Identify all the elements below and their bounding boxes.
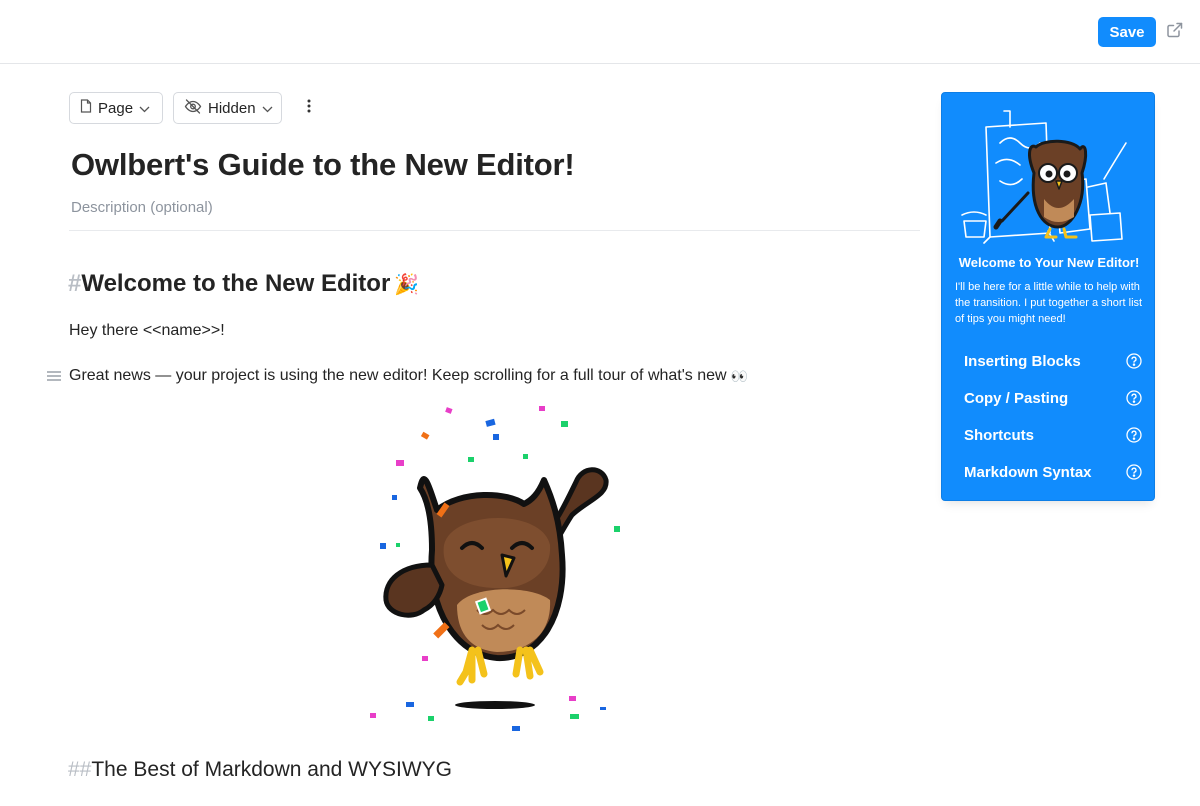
help-circle-icon: [1126, 464, 1142, 480]
help-circle-icon: [1126, 427, 1142, 443]
panel-link-shortcuts[interactable]: Shortcuts: [964, 423, 1142, 447]
paragraph-news-text: Great news — your project is using the n…: [69, 367, 727, 384]
chevron-down-icon: [262, 100, 273, 117]
heading-best-of-markdown[interactable]: ##The Best of Markdown and WYSIWYG: [68, 758, 452, 782]
drag-handle-icon[interactable]: [46, 369, 62, 383]
description-field[interactable]: Description (optional): [71, 199, 213, 216]
panel-link-copy-pasting[interactable]: Copy / Pasting: [964, 386, 1142, 410]
page-type-label: Page: [98, 99, 134, 117]
help-circle-icon: [1126, 353, 1142, 369]
dancing-owl-image: [362, 400, 622, 736]
panel-link-label: Inserting Blocks: [964, 352, 1081, 370]
heading-text: Welcome to the New Editor: [81, 270, 391, 297]
panel-link-label: Markdown Syntax: [964, 463, 1092, 481]
save-button[interactable]: Save: [1098, 17, 1156, 47]
painter-owl-illustration: [960, 103, 1138, 245]
heading-hash: ##: [68, 758, 92, 781]
heading-text: The Best of Markdown and WYSIWYG: [91, 758, 452, 781]
panel-link-inserting-blocks[interactable]: Inserting Blocks: [964, 349, 1142, 373]
paragraph-news[interactable]: Great news — your project is using the n…: [69, 367, 748, 385]
external-link-icon[interactable]: [1166, 21, 1184, 39]
panel-body-text: I'll be here for a little while to help …: [955, 281, 1143, 325]
document-icon: [80, 99, 92, 117]
party-popper-emoji: 🎉: [394, 273, 420, 296]
help-circle-icon: [1126, 390, 1142, 406]
heading-welcome[interactable]: # Welcome to the New Editor 🎉: [68, 270, 419, 298]
more-vertical-icon: [307, 99, 311, 118]
onboarding-panel: Welcome to Your New Editor! I'll be here…: [941, 92, 1155, 501]
eyes-emoji: 👀: [730, 367, 749, 384]
visibility-label: Hidden: [208, 99, 256, 117]
visibility-dropdown[interactable]: Hidden: [173, 92, 282, 124]
page-title[interactable]: Owlbert's Guide to the New Editor!: [71, 147, 575, 183]
divider: [69, 230, 920, 231]
chevron-down-icon: [139, 100, 150, 117]
panel-heading: Welcome to Your New Editor!: [958, 255, 1140, 270]
panel-link-markdown-syntax[interactable]: Markdown Syntax: [964, 460, 1142, 484]
more-options-button[interactable]: [298, 96, 320, 120]
panel-link-label: Shortcuts: [964, 426, 1035, 444]
eye-off-icon: [184, 98, 202, 118]
heading-hash: #: [68, 270, 82, 297]
top-bar: Save: [0, 0, 1200, 64]
panel-link-label: Copy / Pasting: [964, 389, 1069, 407]
paragraph-greeting[interactable]: Hey there <<name>>!: [69, 322, 225, 340]
page-type-dropdown[interactable]: Page: [69, 92, 163, 124]
